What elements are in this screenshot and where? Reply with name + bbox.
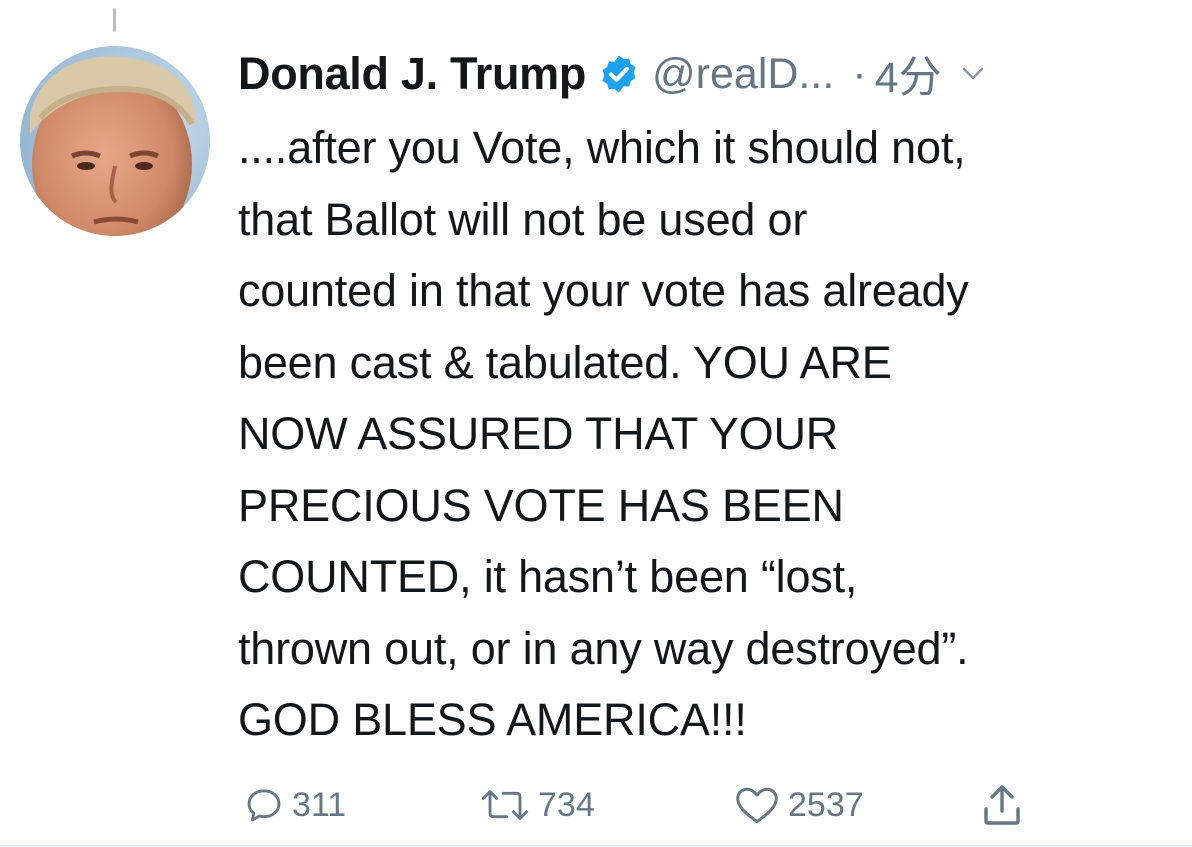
- chevron-down-icon[interactable]: [960, 61, 986, 87]
- thread-connector-line: [113, 8, 116, 32]
- tweet-text-line: ....after you Vote, which it should not,: [238, 122, 966, 173]
- tweet-actions: 311 734 2537: [238, 778, 1068, 832]
- user-handle[interactable]: @realD...: [652, 50, 834, 99]
- heart-icon: [736, 787, 778, 824]
- display-name[interactable]: Donald J. Trump: [238, 48, 586, 100]
- tweet-text-line: PRECIOUS VOTE HAS BEEN: [238, 479, 844, 531]
- reply-button[interactable]: 311: [244, 778, 346, 832]
- tweet-text-line: been cast & tabulated. YOU ARE: [238, 336, 892, 388]
- tweet-header: Donald J. Trump @realD... · 4分: [238, 42, 986, 106]
- avatar[interactable]: [20, 46, 210, 236]
- separator-dot: ·: [852, 49, 867, 98]
- reply-icon: [247, 789, 281, 822]
- tweet-text-line: GOD BLESS AMERICA!!!: [238, 694, 747, 745]
- tweet-text-line: thrown out, or in any way destroyed”.: [238, 622, 969, 674]
- share-icon: [984, 785, 1020, 825]
- share-button[interactable]: [978, 778, 1034, 832]
- tweet-text-line: NOW ASSURED THAT YOUR: [238, 408, 839, 459]
- avatar-image: [20, 46, 210, 236]
- like-button[interactable]: 2537: [734, 778, 864, 832]
- tweet-text-line: counted in that your vote has already: [238, 265, 969, 316]
- tweet-text: ....after you Vote, which it should not,…: [238, 112, 1178, 756]
- tweet-text-line: COUNTED, it hasn’t been “lost,: [238, 551, 858, 602]
- tweet-text-line: that Ballot will not be used or: [238, 193, 808, 245]
- retweet-icon: [481, 790, 529, 820]
- retweet-button[interactable]: 734: [480, 778, 595, 832]
- retweet-count: 734: [538, 785, 595, 824]
- timestamp[interactable]: 4分: [875, 43, 942, 105]
- like-count: 2537: [788, 785, 864, 824]
- verified-badge-icon: [598, 53, 640, 95]
- reply-count: 311: [292, 785, 347, 824]
